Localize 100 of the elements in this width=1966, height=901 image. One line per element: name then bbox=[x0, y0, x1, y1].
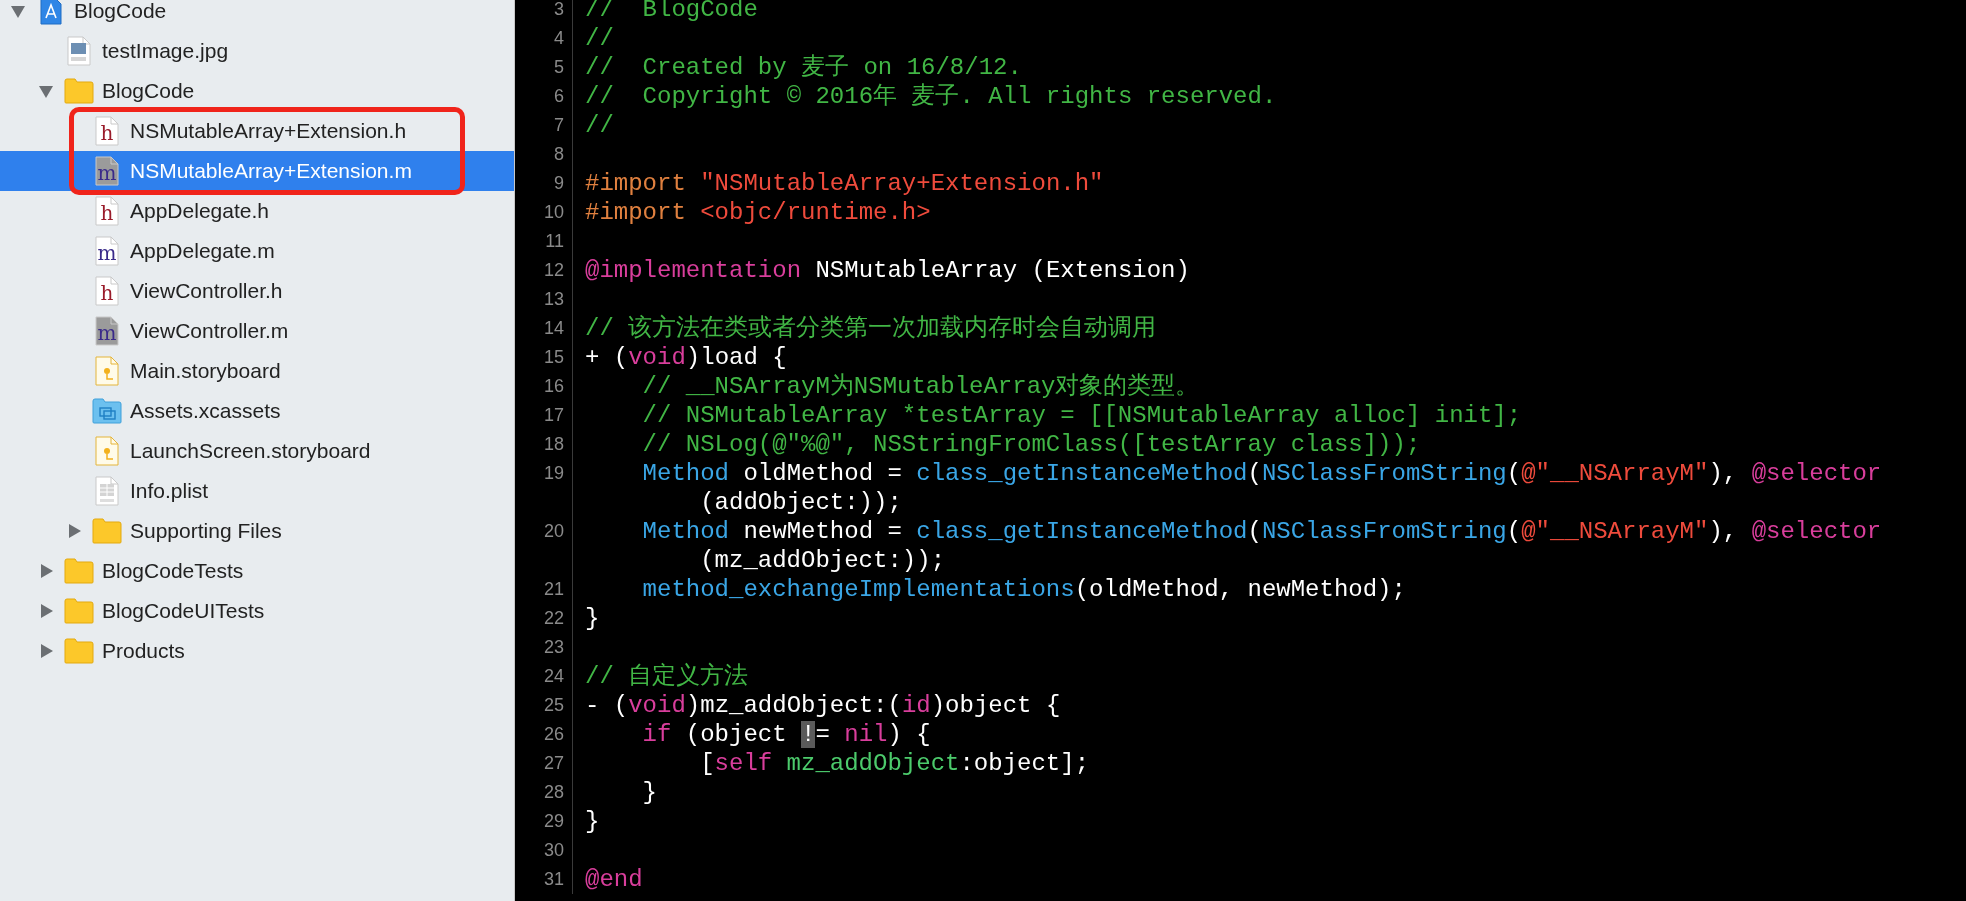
code-line: (mz_addObject:)); bbox=[700, 546, 946, 575]
line-number: 22 bbox=[543, 607, 564, 630]
disclosure-down-icon[interactable] bbox=[10, 3, 26, 19]
disclosure-right-icon[interactable] bbox=[38, 563, 54, 579]
line-number: 10 bbox=[543, 201, 564, 224]
line-number: 5 bbox=[554, 56, 564, 79]
file-name: ViewController.h bbox=[130, 278, 283, 305]
line-number: 24 bbox=[543, 665, 564, 688]
file-name: BlogCode bbox=[74, 0, 167, 25]
navigator-row[interactable]: BlogCodeUITests bbox=[0, 591, 514, 631]
file-name: Supporting Files bbox=[130, 518, 282, 545]
navigator-row[interactable]: BlogCode bbox=[0, 0, 514, 31]
line-number: 7 bbox=[554, 114, 564, 137]
line-number: 30 bbox=[543, 839, 564, 862]
code-line: #import "NSMutableArray+Extension.h" bbox=[585, 169, 1104, 198]
line-number: 6 bbox=[554, 85, 564, 108]
code-line: #import <objc/runtime.h> bbox=[585, 198, 931, 227]
file-name: testImage.jpg bbox=[102, 38, 229, 65]
image-file-icon bbox=[67, 36, 91, 66]
file-name: AppDelegate.m bbox=[130, 238, 275, 265]
code-line: // NSMutableArray *testArray = [[NSMutableArray alloc] init]; bbox=[642, 401, 1522, 430]
line-number: 17 bbox=[543, 404, 564, 427]
code-line: // __NSArrayM为NSMutableArray对象的类型。 bbox=[642, 372, 1200, 401]
code-line: // bbox=[585, 24, 614, 53]
line-number: 3 bbox=[554, 0, 564, 21]
folder-icon bbox=[92, 518, 122, 544]
code-line: // Copyright © 2016年 麦子. All rights reserved. bbox=[585, 82, 1277, 111]
navigator-row[interactable]: m NSMutableArray+Extension.m bbox=[0, 151, 514, 191]
navigator-row[interactable]: h AppDelegate.h bbox=[0, 191, 514, 231]
line-number: 19 bbox=[543, 462, 564, 485]
code-line: // NSLog(@"%@", NSStringFromClass([testArray class])); bbox=[642, 430, 1421, 459]
file-name: Main.storyboard bbox=[130, 358, 281, 385]
source-file-icon: m bbox=[95, 316, 119, 346]
navigator-row[interactable]: Main.storyboard bbox=[0, 351, 514, 391]
line-number: 8 bbox=[554, 143, 564, 166]
source-file-icon: h bbox=[95, 116, 119, 146]
navigator-row[interactable]: m ViewController.m bbox=[0, 311, 514, 351]
code-line: method_exchangeImplementations(oldMethod, newMethod); bbox=[642, 575, 1406, 604]
line-number: 18 bbox=[543, 433, 564, 456]
navigator-row[interactable]: Supporting Files bbox=[0, 511, 514, 551]
file-name: BlogCodeUITests bbox=[102, 598, 265, 625]
disclosure-right-icon[interactable] bbox=[66, 523, 82, 539]
code-line: } bbox=[585, 604, 600, 633]
line-number: 25 bbox=[543, 694, 564, 717]
code-line: (addObject:)); bbox=[700, 488, 902, 517]
line-number: 16 bbox=[543, 375, 564, 398]
code-line: @end bbox=[585, 865, 643, 894]
line-number: 28 bbox=[543, 781, 564, 804]
storyboard-file-icon bbox=[95, 436, 119, 466]
file-name: NSMutableArray+Extension.m bbox=[130, 158, 412, 185]
line-number: 13 bbox=[543, 288, 564, 311]
code-line: - (void)mz_addObject:(id)object { bbox=[585, 691, 1061, 720]
code-line: } bbox=[642, 778, 657, 807]
project-icon bbox=[40, 0, 62, 25]
code-line: + (void)load { bbox=[585, 343, 787, 372]
navigator-row[interactable]: testImage.jpg bbox=[0, 31, 514, 71]
line-number: 27 bbox=[543, 752, 564, 775]
plist-file-icon bbox=[95, 476, 119, 506]
disclosure-right-icon[interactable] bbox=[38, 643, 54, 659]
line-number: 21 bbox=[543, 578, 564, 601]
navigator-row[interactable]: Products bbox=[0, 631, 514, 671]
line-number: 11 bbox=[545, 230, 564, 253]
file-name: Info.plist bbox=[130, 478, 209, 505]
source-file-icon: m bbox=[95, 156, 119, 186]
disclosure-down-icon[interactable] bbox=[38, 83, 54, 99]
navigator-row[interactable]: Info.plist bbox=[0, 471, 514, 511]
line-number: 31 bbox=[543, 868, 564, 891]
line-number: 26 bbox=[543, 723, 564, 746]
code-line: if (object != nil) { bbox=[642, 720, 931, 749]
code-line: // 自定义方法 bbox=[585, 662, 749, 691]
file-name: NSMutableArray+Extension.h bbox=[130, 118, 407, 145]
folder-icon bbox=[64, 598, 94, 624]
line-number: 4 bbox=[554, 27, 564, 50]
line-number: 15 bbox=[543, 346, 564, 369]
navigator-row[interactable]: Assets.xcassets bbox=[0, 391, 514, 431]
navigator-row[interactable]: BlogCode bbox=[0, 71, 514, 111]
line-number: 12 bbox=[543, 259, 564, 282]
navigator-row[interactable]: h ViewController.h bbox=[0, 271, 514, 311]
code-line: // Created by 麦子 on 16/8/12. bbox=[585, 53, 1022, 82]
code-line: } bbox=[585, 807, 600, 836]
source-file-icon: h bbox=[95, 276, 119, 306]
line-number: 9 bbox=[554, 172, 564, 195]
navigator-row[interactable]: h NSMutableArray+Extension.h bbox=[0, 111, 514, 151]
source-file-icon: m bbox=[95, 236, 119, 266]
code-line: // 该方法在类或者分类第一次加载内存时会自动调用 bbox=[585, 314, 1157, 343]
source-file-icon: h bbox=[95, 196, 119, 226]
navigator-row[interactable]: BlogCodeTests bbox=[0, 551, 514, 591]
file-name: LaunchScreen.storyboard bbox=[130, 438, 371, 465]
code-line: Method oldMethod = class_getInstanceMethod(NSClassFromString(@"__NSArrayM"), @selector bbox=[642, 459, 1882, 488]
code-line: [self mz_addObject:object]; bbox=[700, 749, 1090, 778]
navigator-row[interactable]: LaunchScreen.storyboard bbox=[0, 431, 514, 471]
file-name: BlogCode bbox=[102, 78, 195, 105]
line-number: 23 bbox=[543, 636, 564, 659]
code-line: Method newMethod = class_getInstanceMethod(NSClassFromString(@"__NSArrayM"), @selector bbox=[642, 517, 1882, 546]
file-name: BlogCodeTests bbox=[102, 558, 244, 585]
line-number: 14 bbox=[543, 317, 564, 340]
file-name: Assets.xcassets bbox=[130, 398, 281, 425]
disclosure-right-icon[interactable] bbox=[38, 603, 54, 619]
folder-icon bbox=[64, 78, 94, 104]
navigator-row[interactable]: m AppDelegate.m bbox=[0, 231, 514, 271]
